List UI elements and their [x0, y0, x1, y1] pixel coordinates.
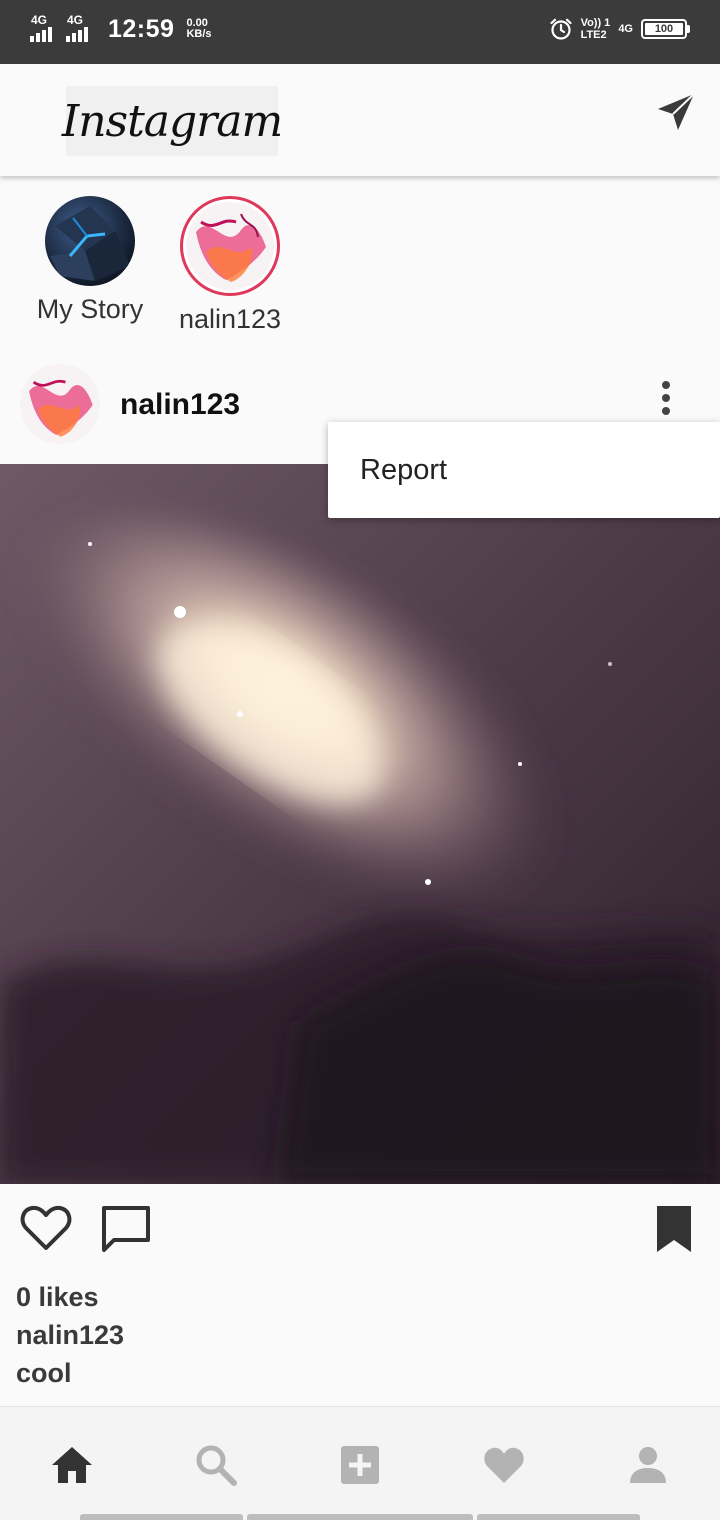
bookmark-icon[interactable] [655, 1204, 693, 1254]
search-icon[interactable] [194, 1443, 238, 1487]
alarm-icon [549, 18, 572, 40]
caption-username[interactable]: nalin123 [16, 1320, 124, 1351]
add-icon[interactable] [338, 1443, 382, 1487]
likes-count[interactable]: 0 likes [16, 1282, 99, 1313]
story-label: nalin123 [178, 304, 282, 334]
volte-indicator: Vo)) 1 LTE2 [580, 17, 611, 41]
status-bar: 4G 4G 12:59 0.00 KB/s Vo)) 1 LTE2 4G 100 [0, 0, 720, 64]
app-screen: 4G 4G 12:59 0.00 KB/s Vo)) 1 LTE2 4G 100… [0, 0, 720, 1520]
story-label: My Story [36, 294, 144, 324]
avatar [45, 196, 135, 286]
caption-text: cool [16, 1358, 72, 1388]
instagram-logo: Instagram [62, 86, 283, 156]
overflow-menu: Report [328, 422, 720, 518]
send-icon[interactable] [652, 88, 700, 136]
stories-row: My Story nalin123 [0, 176, 720, 356]
scroll-indicator [0, 1514, 720, 1520]
network-speed: 0.00 KB/s [186, 17, 212, 40]
heart-icon[interactable] [482, 1443, 526, 1487]
comment-icon[interactable] [100, 1204, 152, 1254]
avatar[interactable] [20, 364, 100, 444]
battery-icon: 100 [641, 19, 690, 39]
like-icon[interactable] [20, 1204, 72, 1252]
story-nalin123[interactable]: nalin123 [155, 196, 305, 335]
signal-icon: 4G [66, 14, 96, 44]
app-bar: Instagram [0, 64, 720, 176]
post-username[interactable]: nalin123 [120, 388, 240, 422]
menu-item-report[interactable]: Report [360, 454, 447, 487]
post-image [0, 464, 720, 1184]
bottom-navigation [0, 1406, 720, 1520]
profile-icon[interactable] [626, 1443, 670, 1487]
data-network-indicator: 4G [618, 23, 633, 35]
clock: 12:59 [108, 14, 175, 43]
home-icon[interactable] [50, 1443, 94, 1487]
more-options-icon[interactable] [652, 378, 680, 418]
story-my-story[interactable]: My Story [15, 196, 165, 325]
post-actions [0, 1184, 720, 1274]
avatar [180, 196, 280, 296]
signal-icon: 4G [30, 14, 60, 44]
